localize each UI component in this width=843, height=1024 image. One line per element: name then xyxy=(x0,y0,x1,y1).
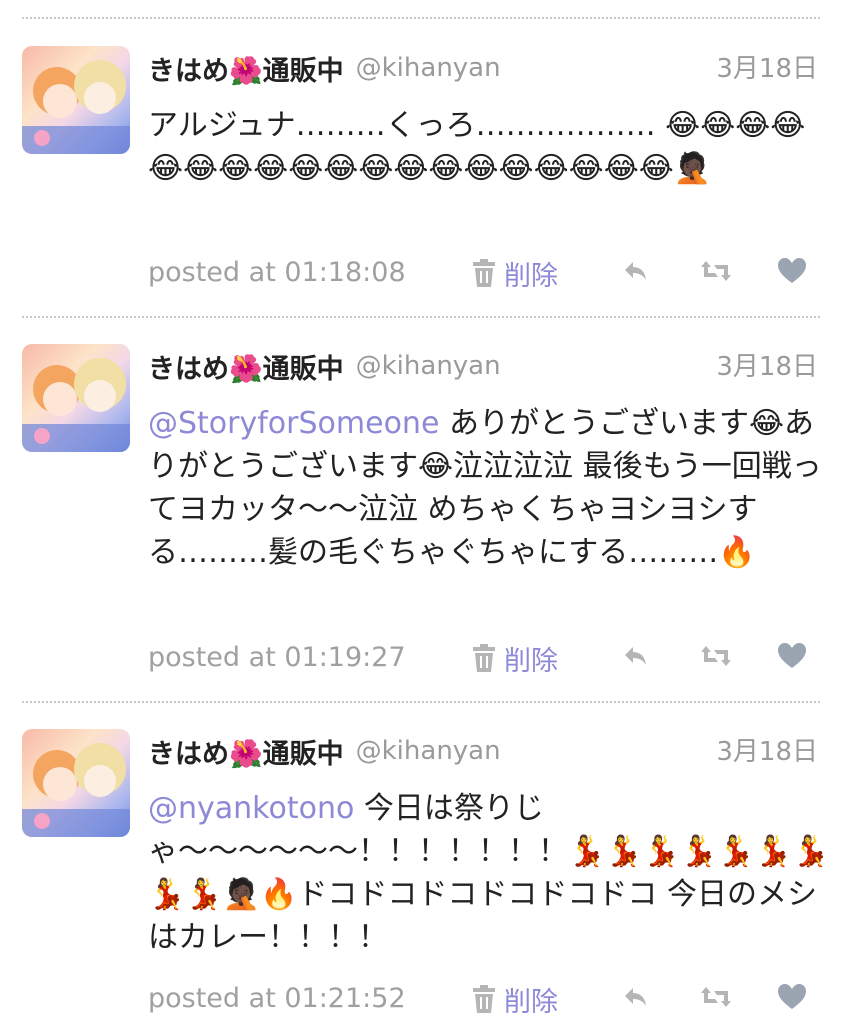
tweet-card: きはめ🌺通販中 @kihanyan 3月18日 アルジュナ………くっろ……………… xyxy=(0,18,843,316)
user-handle[interactable]: @kihanyan xyxy=(356,736,501,766)
retweet-icon xyxy=(701,987,731,1007)
tweet-body: アルジュナ………くっろ……………… 😂😂😂😂😂😂😂😂😂😂😂😂😂😂😂😂😂😂😂🤦🏿 xyxy=(148,108,806,186)
display-name[interactable]: きはめ🌺通販中 xyxy=(148,49,344,88)
trash-icon xyxy=(473,259,495,287)
avatar[interactable] xyxy=(22,729,130,837)
delete-label: 削除 xyxy=(504,645,558,677)
retweet-icon xyxy=(701,646,731,666)
display-name[interactable]: きはめ🌺通販中 xyxy=(148,732,344,771)
avatar[interactable] xyxy=(22,46,130,154)
reply-icon xyxy=(625,262,646,280)
posted-time: posted at 01:19:27 xyxy=(148,642,406,673)
avatar[interactable] xyxy=(22,344,130,452)
tweet-text: アルジュナ………くっろ……………… 😂😂😂😂😂😂😂😂😂😂😂😂😂😂😂😂😂😂😂🤦🏿 xyxy=(148,104,830,190)
tweet-header: きはめ🌺通販中 @kihanyan xyxy=(148,729,501,773)
favorite-button[interactable] xyxy=(774,638,810,674)
delete-button[interactable]: 削除 xyxy=(470,979,558,1019)
delete-button[interactable]: 削除 xyxy=(470,638,558,678)
tweet-card: きはめ🌺通販中 @kihanyan 3月18日 @StoryforSomeone… xyxy=(0,316,843,701)
user-handle[interactable]: @kihanyan xyxy=(356,351,501,381)
tweet-header: きはめ🌺通販中 @kihanyan xyxy=(148,344,501,388)
tweet-actions: posted at 01:19:27 削除 xyxy=(148,638,828,678)
tweet-actions: posted at 01:18:08 削除 xyxy=(148,253,828,293)
reply-button[interactable] xyxy=(618,253,654,289)
mention-link[interactable]: @nyankotono xyxy=(148,791,354,826)
timeline-feed: きはめ🌺通販中 @kihanyan 3月18日 アルジュナ………くっろ……………… xyxy=(0,0,843,1024)
retweet-button[interactable] xyxy=(698,253,734,289)
heart-icon xyxy=(778,984,806,1009)
heart-icon xyxy=(778,643,806,668)
user-handle[interactable]: @kihanyan xyxy=(356,53,501,83)
delete-label: 削除 xyxy=(504,986,558,1018)
posted-time: posted at 01:18:08 xyxy=(148,257,406,288)
heart-icon xyxy=(778,258,806,283)
tweet-actions: posted at 01:21:52 削除 xyxy=(148,979,828,1019)
reply-button[interactable] xyxy=(618,979,654,1015)
tweet-text: @StoryforSomeone ありがとうございます😂ありがとうございます😂泣… xyxy=(148,402,830,574)
tweet-date[interactable]: 3月18日 xyxy=(716,48,818,85)
favorite-button[interactable] xyxy=(774,979,810,1015)
tweet-header: きはめ🌺通販中 @kihanyan xyxy=(148,46,501,90)
retweet-icon xyxy=(701,261,731,281)
mention-link[interactable]: @StoryforSomeone xyxy=(148,406,439,441)
posted-time: posted at 01:21:52 xyxy=(148,983,406,1014)
display-name[interactable]: きはめ🌺通販中 xyxy=(148,347,344,386)
reply-icon xyxy=(625,988,646,1006)
trash-icon xyxy=(473,985,495,1013)
tweet-date[interactable]: 3月18日 xyxy=(716,731,818,768)
retweet-button[interactable] xyxy=(698,979,734,1015)
delete-label: 削除 xyxy=(504,260,558,292)
tweet-text: @nyankotono 今日は祭りじゃ〜〜〜〜〜〜！！！！！！！💃💃💃💃💃💃💃💃… xyxy=(148,787,830,959)
tweet-card: きはめ🌺通販中 @kihanyan 3月18日 @nyankotono 今日は祭… xyxy=(0,701,843,1024)
reply-button[interactable] xyxy=(618,638,654,674)
favorite-button[interactable] xyxy=(774,253,810,289)
tweet-date[interactable]: 3月18日 xyxy=(716,346,818,383)
trash-icon xyxy=(473,644,495,672)
reply-icon xyxy=(625,647,646,665)
retweet-button[interactable] xyxy=(698,638,734,674)
delete-button[interactable]: 削除 xyxy=(470,253,558,293)
